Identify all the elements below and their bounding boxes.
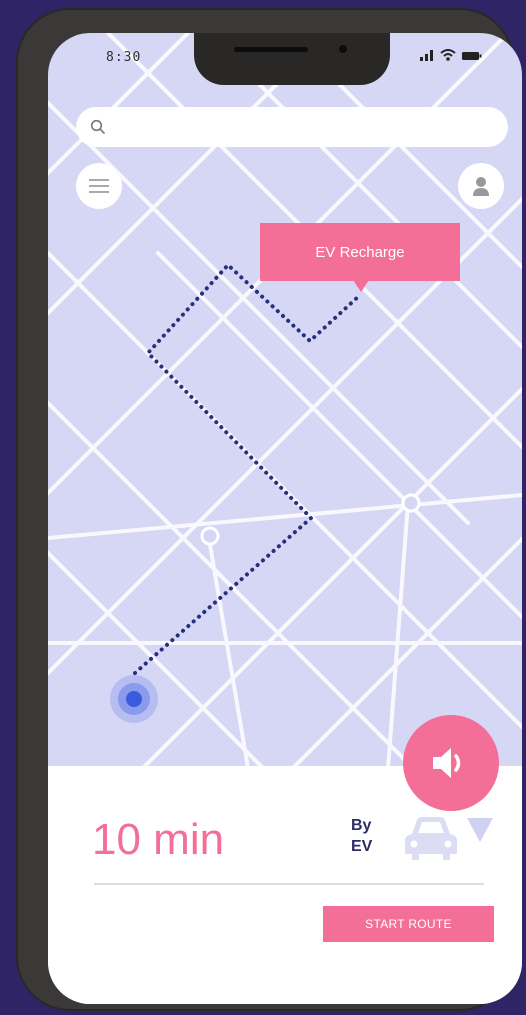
phone-frame: 8:30 EV Recharge 10 min By EV START ROUT… bbox=[16, 8, 522, 1011]
wifi-icon bbox=[440, 49, 456, 61]
ev-recharge-callout[interactable]: EV Recharge bbox=[260, 223, 460, 281]
search-input[interactable] bbox=[116, 115, 500, 141]
profile-button[interactable] bbox=[458, 163, 504, 209]
travel-mode-label-line2: EV bbox=[351, 838, 373, 855]
travel-mode-label: By EV bbox=[351, 815, 391, 857]
route-path bbox=[133, 262, 362, 675]
phone-notch bbox=[194, 33, 390, 85]
hamburger-menu-icon bbox=[89, 179, 109, 193]
panel-divider bbox=[94, 883, 484, 885]
phone-screen: 8:30 EV Recharge 10 min By EV START ROUT… bbox=[48, 33, 522, 1004]
status-time: 8:30 bbox=[106, 50, 142, 65]
callout-pointer bbox=[353, 280, 369, 292]
battery-icon bbox=[462, 52, 482, 60]
start-route-button[interactable]: START ROUTE bbox=[323, 906, 494, 942]
search-bar[interactable] bbox=[76, 107, 508, 147]
signal-icon bbox=[420, 50, 433, 61]
triangle-down-icon[interactable] bbox=[467, 818, 493, 842]
speaker-icon bbox=[433, 748, 461, 778]
status-icons bbox=[420, 47, 482, 61]
callout-label: EV Recharge bbox=[315, 243, 405, 261]
start-route-label: START ROUTE bbox=[365, 917, 452, 931]
current-location-icon bbox=[110, 675, 158, 723]
menu-button[interactable] bbox=[76, 163, 122, 209]
user-icon bbox=[473, 177, 489, 196]
travel-mode-label-line1: By bbox=[351, 817, 372, 834]
notch-speaker bbox=[234, 47, 308, 52]
eta-time: 10 min bbox=[92, 815, 225, 864]
sound-button[interactable] bbox=[403, 715, 499, 811]
search-icon bbox=[90, 119, 105, 134]
car-icon[interactable] bbox=[402, 814, 460, 862]
notch-camera bbox=[339, 45, 347, 53]
